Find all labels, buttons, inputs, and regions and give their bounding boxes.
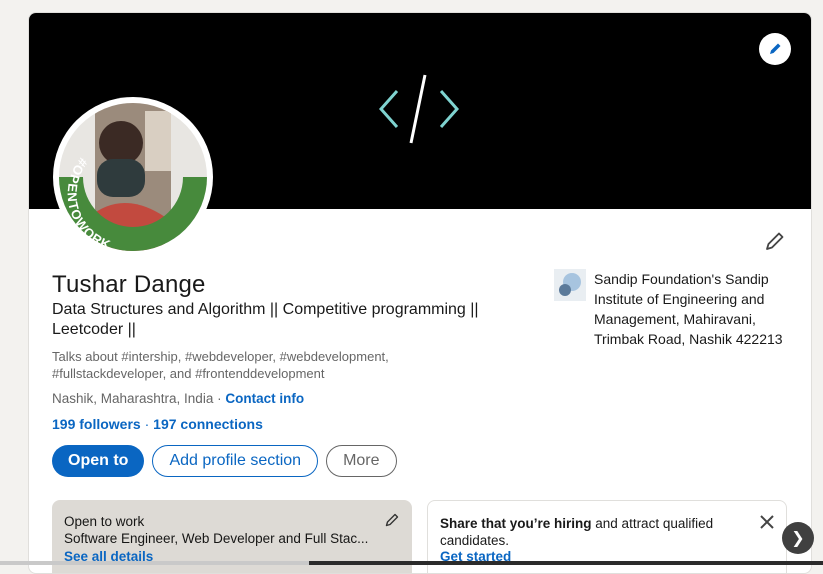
profile-card: #OPENTOWORK Tushar Dange Data Structures…	[28, 12, 812, 574]
open-to-button[interactable]: Open to	[52, 445, 145, 477]
pencil-icon	[770, 43, 781, 54]
hiring-text: Share that you’re hiring and attract qua…	[440, 516, 714, 548]
school-logo-icon	[554, 269, 586, 301]
pencil-icon[interactable]	[384, 512, 400, 528]
scrollbar-thumb[interactable]	[309, 561, 823, 565]
profile-name: Tushar Dange	[52, 271, 206, 298]
open-to-work-description: Software Engineer, Web Developer and Ful…	[64, 531, 369, 546]
connections-link[interactable]: 197 connections	[153, 416, 263, 432]
edit-banner-button[interactable]	[759, 33, 791, 65]
followers-link[interactable]: 199 followers	[52, 416, 141, 432]
profile-actions: Open to Add profile section More	[52, 445, 397, 477]
profile-headline: Data Structures and Algorithm || Competi…	[52, 301, 479, 338]
add-profile-section-button[interactable]: Add profile section	[152, 445, 319, 477]
edit-intro-pencil-icon[interactable]	[763, 229, 787, 253]
scrollbar-track	[0, 561, 309, 565]
school-name: Sandip Foundation's Sandip Institute of …	[594, 271, 783, 347]
more-button[interactable]: More	[326, 445, 397, 477]
open-to-work-title: Open to work	[64, 514, 145, 529]
chevron-right-icon[interactable]: ❯	[782, 522, 814, 554]
location-line: Nashik, Maharashtra, India · Contact inf…	[52, 391, 304, 406]
close-icon[interactable]	[758, 513, 776, 531]
education-entry[interactable]: Sandip Foundation's Sandip Institute of …	[554, 269, 794, 349]
network-stats: 199 followers · 197 connections	[52, 416, 263, 432]
location-text: Nashik, Maharashtra, India	[52, 391, 214, 406]
contact-info-link[interactable]: Contact info	[225, 391, 304, 406]
talks-about: Talks about #intership, #webdeveloper, #…	[52, 349, 389, 381]
avatar[interactable]: #OPENTOWORK	[53, 97, 213, 257]
location-separator: ·	[213, 391, 226, 406]
network-separator: ·	[140, 416, 154, 432]
code-brackets-icon	[378, 74, 460, 144]
